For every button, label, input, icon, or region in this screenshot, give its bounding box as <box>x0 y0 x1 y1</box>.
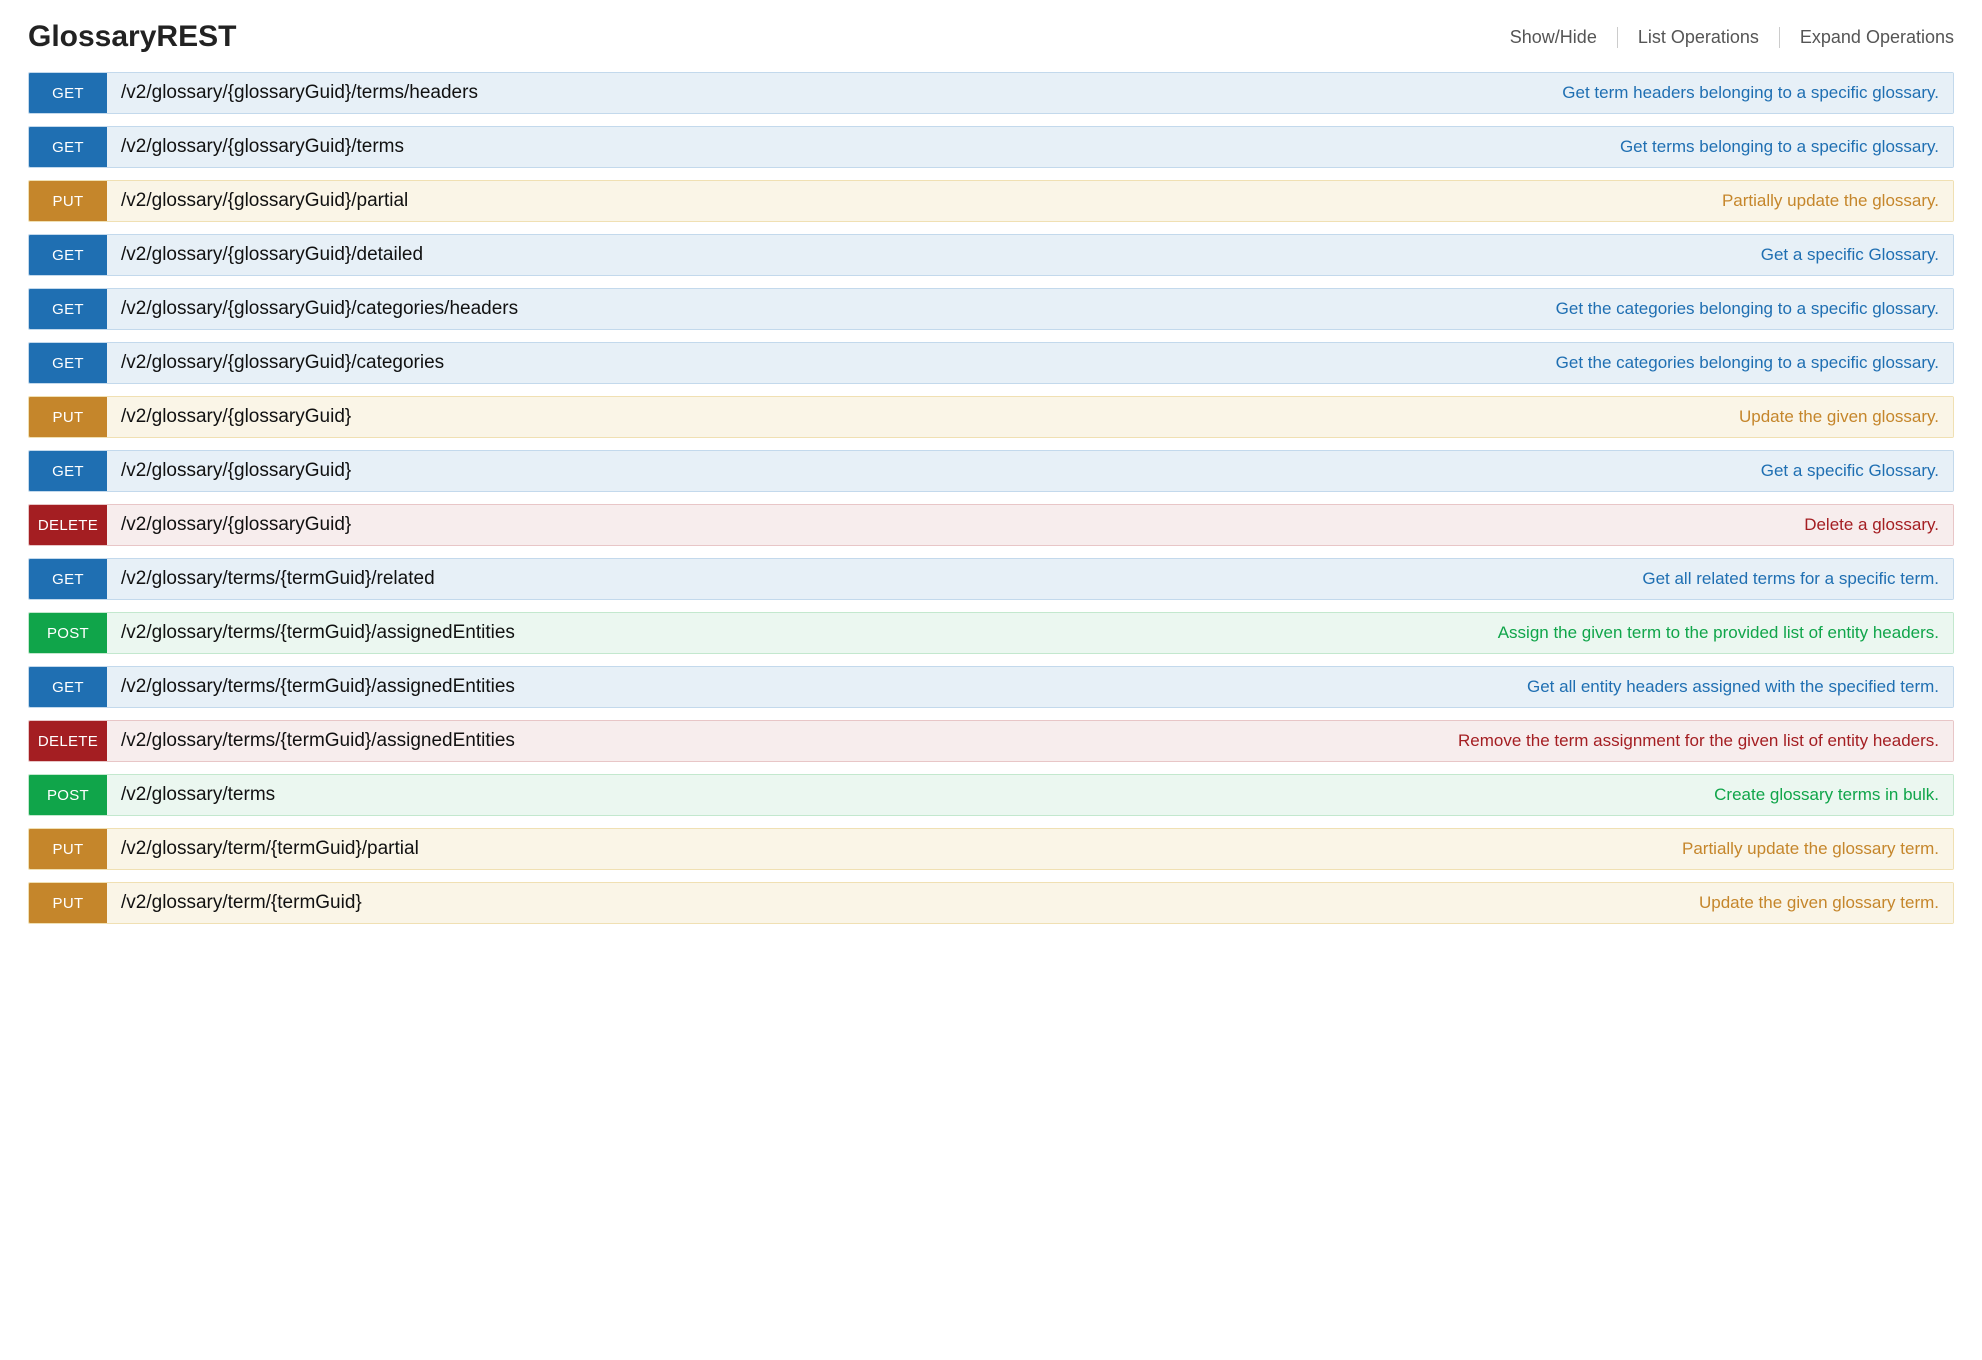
operation-path[interactable]: /v2/glossary/{glossaryGuid}/categories <box>121 352 444 374</box>
operation-path[interactable]: /v2/glossary/{glossaryGuid} <box>121 514 351 536</box>
operation-path[interactable]: /v2/glossary/terms/{termGuid}/assignedEn… <box>121 730 515 752</box>
operation-row[interactable]: GET/v2/glossary/terms/{termGuid}/assigne… <box>28 666 1954 708</box>
operation-description[interactable]: Get terms belonging to a specific glossa… <box>1620 137 1939 157</box>
resource-header: GlossaryREST Show/Hide List Operations E… <box>28 20 1954 54</box>
operation-path[interactable]: /v2/glossary/term/{termGuid} <box>121 892 362 914</box>
operation-row[interactable]: GET/v2/glossary/{glossaryGuid} Get a spec… <box>28 450 1954 492</box>
operation-description[interactable]: Get all related terms for a specific ter… <box>1642 569 1939 589</box>
operation-path[interactable]: /v2/glossary/terms/{termGuid}/assignedEn… <box>121 676 515 698</box>
operation-content: /v2/glossary/{glossaryGuid}/detailed Get … <box>107 235 1953 275</box>
operation-row[interactable]: GET/v2/glossary/terms/{termGuid}/related… <box>28 558 1954 600</box>
operation-content: /v2/glossary/terms/{termGuid}/assignedEn… <box>107 721 1953 761</box>
operation-row[interactable]: GET/v2/glossary/{glossaryGuid}/detailed G… <box>28 234 1954 276</box>
operation-row[interactable]: PUT/v2/glossary/term/{termGuid} Update th… <box>28 882 1954 924</box>
operation-content: /v2/glossary/{glossaryGuid}/terms/header… <box>107 73 1953 113</box>
operation-path[interactable]: /v2/glossary/{glossaryGuid}/categories/h… <box>121 298 518 320</box>
method-badge-put[interactable]: PUT <box>29 181 107 221</box>
operations-list: GET/v2/glossary/{glossaryGuid}/terms/hea… <box>28 72 1954 924</box>
operation-row[interactable]: PUT/v2/glossary/{glossaryGuid} Update the… <box>28 396 1954 438</box>
method-badge-put[interactable]: PUT <box>29 883 107 923</box>
operation-description[interactable]: Get the categories belonging to a specif… <box>1556 299 1939 319</box>
resource-title[interactable]: GlossaryREST <box>28 20 236 54</box>
operation-description[interactable]: Delete a glossary. <box>1804 515 1939 535</box>
operation-row[interactable]: GET/v2/glossary/{glossaryGuid}/categorie… <box>28 288 1954 330</box>
operation-row[interactable]: POST/v2/glossary/terms/{termGuid}/assign… <box>28 612 1954 654</box>
operation-description[interactable]: Get the categories belonging to a specif… <box>1556 353 1939 373</box>
method-badge-get[interactable]: GET <box>29 343 107 383</box>
operation-row[interactable]: DELETE/v2/glossary/{glossaryGuid} Delete … <box>28 504 1954 546</box>
operation-content: /v2/glossary/{glossaryGuid} Delete a glos… <box>107 505 1953 545</box>
operation-content: /v2/glossary/{glossaryGuid} Get a specifi… <box>107 451 1953 491</box>
method-badge-delete[interactable]: DELETE <box>29 721 107 761</box>
operation-path[interactable]: /v2/glossary/term/{termGuid}/partial <box>121 838 419 860</box>
operation-row[interactable]: PUT/v2/glossary/term/{termGuid}/partial P… <box>28 828 1954 870</box>
method-badge-delete[interactable]: DELETE <box>29 505 107 545</box>
method-badge-get[interactable]: GET <box>29 289 107 329</box>
operation-content: /v2/glossary/terms/{termGuid}/assignedEn… <box>107 667 1953 707</box>
method-badge-put[interactable]: PUT <box>29 397 107 437</box>
operation-path[interactable]: /v2/glossary/{glossaryGuid}/detailed <box>121 244 423 266</box>
operation-content: /v2/glossary/terms/{termGuid}/assignedEn… <box>107 613 1953 653</box>
operation-path[interactable]: /v2/glossary/{glossaryGuid} <box>121 406 351 428</box>
operation-content: /v2/glossary/{glossaryGuid} Update the gi… <box>107 397 1953 437</box>
operation-description[interactable]: Get term headers belonging to a specific… <box>1562 83 1939 103</box>
method-badge-get[interactable]: GET <box>29 73 107 113</box>
method-badge-post[interactable]: POST <box>29 775 107 815</box>
operation-path[interactable]: /v2/glossary/{glossaryGuid} <box>121 460 351 482</box>
operation-description[interactable]: Partially update the glossary. <box>1722 191 1939 211</box>
operation-description[interactable]: Get all entity headers assigned with the… <box>1527 677 1939 697</box>
operation-description[interactable]: Update the given glossary. <box>1739 407 1939 427</box>
operation-content: /v2/glossary/{glossaryGuid}/categories/h… <box>107 289 1953 329</box>
method-badge-get[interactable]: GET <box>29 559 107 599</box>
operation-path[interactable]: /v2/glossary/terms/{termGuid}/related <box>121 568 435 590</box>
operation-path[interactable]: /v2/glossary/{glossaryGuid}/terms <box>121 136 404 158</box>
operation-content: /v2/glossary/{glossaryGuid}/partial Parti… <box>107 181 1953 221</box>
show-hide-link[interactable]: Show/Hide <box>1490 27 1618 48</box>
operation-content: /v2/glossary/{glossaryGuid}/categories Ge… <box>107 343 1953 383</box>
operation-description[interactable]: Partially update the glossary term. <box>1682 839 1939 859</box>
operation-content: /v2/glossary/{glossaryGuid}/terms Get ter… <box>107 127 1953 167</box>
operation-description[interactable]: Get a specific Glossary. <box>1761 461 1939 481</box>
method-badge-post[interactable]: POST <box>29 613 107 653</box>
method-badge-get[interactable]: GET <box>29 451 107 491</box>
operation-path[interactable]: /v2/glossary/{glossaryGuid}/partial <box>121 190 408 212</box>
operation-path[interactable]: /v2/glossary/terms <box>121 784 275 806</box>
expand-operations-link[interactable]: Expand Operations <box>1780 27 1954 48</box>
method-badge-get[interactable]: GET <box>29 127 107 167</box>
method-badge-get[interactable]: GET <box>29 667 107 707</box>
operation-content: /v2/glossary/term/{termGuid} Update the g… <box>107 883 1953 923</box>
operation-row[interactable]: GET/v2/glossary/{glossaryGuid}/terms Get … <box>28 126 1954 168</box>
method-badge-get[interactable]: GET <box>29 235 107 275</box>
operation-row[interactable]: DELETE/v2/glossary/terms/{termGuid}/assi… <box>28 720 1954 762</box>
operation-path[interactable]: /v2/glossary/{glossaryGuid}/terms/header… <box>121 82 478 104</box>
operation-content: /v2/glossary/terms Create glossary terms … <box>107 775 1953 815</box>
operation-description[interactable]: Create glossary terms in bulk. <box>1714 785 1939 805</box>
operation-row[interactable]: POST/v2/glossary/terms Create glossary te… <box>28 774 1954 816</box>
operation-row[interactable]: GET/v2/glossary/{glossaryGuid}/terms/hea… <box>28 72 1954 114</box>
operation-description[interactable]: Assign the given term to the provided li… <box>1498 623 1939 643</box>
list-operations-link[interactable]: List Operations <box>1618 27 1780 48</box>
operation-content: /v2/glossary/term/{termGuid}/partial Part… <box>107 829 1953 869</box>
operation-description[interactable]: Update the given glossary term. <box>1699 893 1939 913</box>
operation-path[interactable]: /v2/glossary/terms/{termGuid}/assignedEn… <box>121 622 515 644</box>
operation-description[interactable]: Remove the term assignment for the given… <box>1458 731 1939 751</box>
operation-description[interactable]: Get a specific Glossary. <box>1761 245 1939 265</box>
method-badge-put[interactable]: PUT <box>29 829 107 869</box>
operation-row[interactable]: GET/v2/glossary/{glossaryGuid}/categorie… <box>28 342 1954 384</box>
operation-row[interactable]: PUT/v2/glossary/{glossaryGuid}/partial Pa… <box>28 180 1954 222</box>
operation-content: /v2/glossary/terms/{termGuid}/related Get… <box>107 559 1953 599</box>
header-actions: Show/Hide List Operations Expand Operati… <box>1490 27 1954 48</box>
